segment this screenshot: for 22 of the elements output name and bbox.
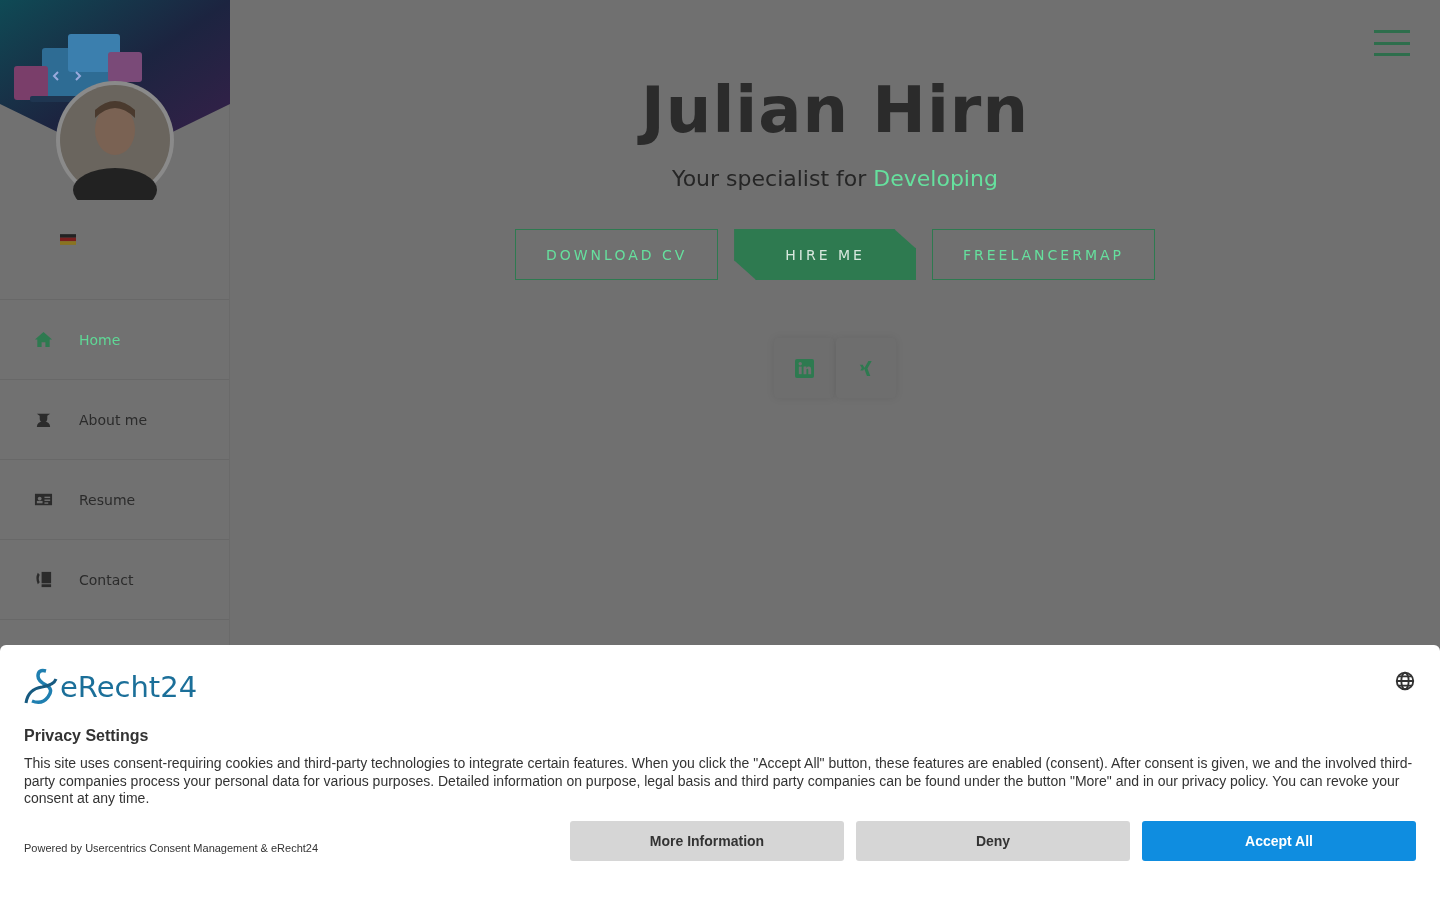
outline-button[interactable]: FREELANCERMAP (931, 229, 1156, 280)
nav-item[interactable]: Resume (0, 460, 229, 540)
nav-item[interactable]: About me (0, 380, 229, 460)
language-icon[interactable] (1394, 670, 1416, 692)
menu-button[interactable] (1374, 28, 1410, 58)
hire-button[interactable]: HIRE ME (734, 229, 916, 280)
accept-button[interactable]: Accept All (1142, 820, 1416, 861)
nav-item[interactable]: Home (0, 300, 229, 380)
flag-icon[interactable] (60, 234, 76, 245)
hero-subtitle: Your specialist for Developing (672, 166, 998, 191)
consent-button[interactable]: More Information (570, 820, 844, 861)
consent-text: This site uses consent-requiring cookies and third-party technologies to integrate certain features. When you click the "Accept All" button, these features are enabled (consent). After consent is given, we and the involved third-party companies process your personal data for various purposes. Detailed information on purpose, legal basis and third party companies can be found under the button "More" and in our privacy policy. You can revoke your consent at any time. (24, 755, 1414, 808)
consent-button[interactable]: Deny (856, 820, 1130, 861)
brand-name: eRecht24 (60, 670, 198, 704)
phone-icon (34, 570, 53, 589)
consent-title: Privacy Settings (24, 727, 150, 745)
house-icon (34, 330, 53, 349)
nav-item[interactable]: Contact (0, 540, 229, 620)
linkedin-icon (794, 358, 814, 378)
powered-by-text: Powered by Usercentrics Consent Management & eRecht24 (24, 841, 319, 854)
logo-icon (24, 667, 58, 707)
outline-button[interactable]: DOWNLOAD CV (514, 229, 719, 280)
